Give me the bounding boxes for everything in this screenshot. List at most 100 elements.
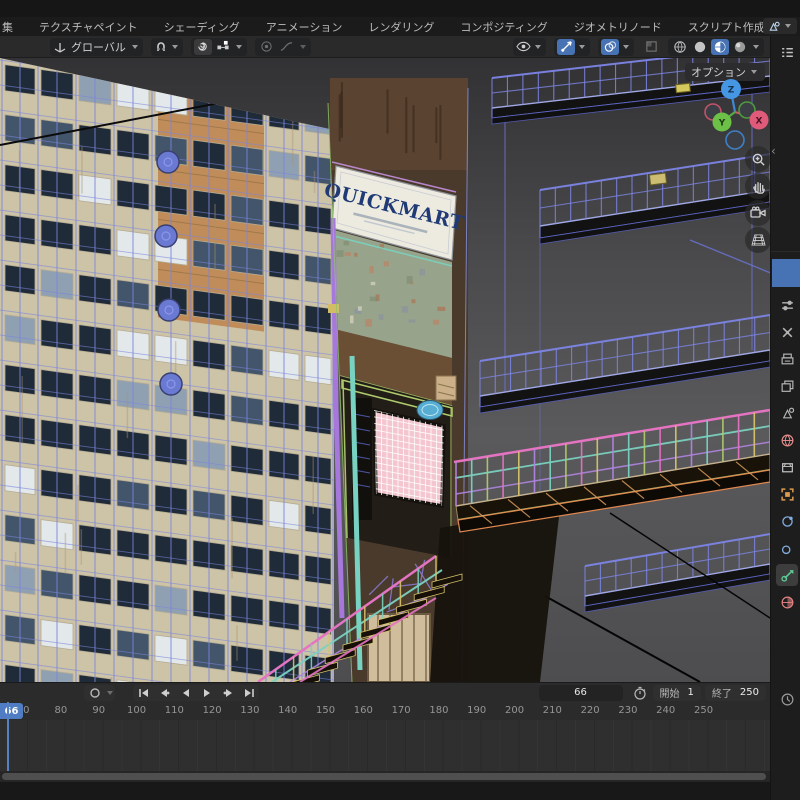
ruler-tick: 150 xyxy=(316,705,335,716)
keying-group[interactable] xyxy=(84,685,115,701)
scene-icon xyxy=(767,20,781,33)
spiral-icon xyxy=(196,40,209,53)
falloff-curve-icon xyxy=(278,39,296,55)
pan-button[interactable] xyxy=(745,173,770,199)
physics-tab[interactable] xyxy=(776,537,798,559)
frame-end-field[interactable]: 終了 250 xyxy=(705,685,766,701)
ruler-tick: 200 xyxy=(505,705,524,716)
timeline-editor-icon[interactable] xyxy=(776,688,798,710)
snapping-dropdown[interactable] xyxy=(151,38,183,56)
playhead[interactable] xyxy=(7,702,9,771)
timeline-ruler[interactable]: 7080901001101201301401501601701801902002… xyxy=(0,702,770,720)
view-layer-tab[interactable] xyxy=(776,375,798,397)
svg-text:Z: Z xyxy=(728,86,735,96)
xray-icon xyxy=(645,40,658,53)
camera-view-button[interactable] xyxy=(745,200,770,226)
overlays-group[interactable] xyxy=(598,38,634,56)
falloff-group[interactable] xyxy=(255,38,311,56)
ruler-tick: 80 xyxy=(55,705,68,716)
timeline-tracks[interactable] xyxy=(0,720,770,771)
current-frame-badge[interactable]: 66 xyxy=(0,703,23,719)
collection-tab[interactable] xyxy=(776,456,798,478)
grid-perspective-icon xyxy=(751,233,766,247)
ruler-tick: 210 xyxy=(543,705,562,716)
chevron-down-icon xyxy=(785,24,791,28)
svg-text:X: X xyxy=(756,117,763,127)
perspective-toggle-button[interactable] xyxy=(745,227,770,253)
workspace-tab-2[interactable]: テクスチャペイント xyxy=(26,19,151,35)
camera-icon xyxy=(750,206,766,220)
jump-to-end-button[interactable] xyxy=(238,685,259,701)
transform-orientation-dropdown[interactable]: グローバル xyxy=(50,38,143,56)
ruler-tick: 90 xyxy=(92,705,105,716)
next-keyframe-button[interactable] xyxy=(217,685,238,701)
start-label: 開始 xyxy=(660,685,680,700)
connected-icon xyxy=(216,40,230,53)
workspace-tab-1[interactable]: 集 xyxy=(0,19,26,35)
material-tab[interactable] xyxy=(776,591,798,613)
ruler-tick: 160 xyxy=(354,705,373,716)
object-tab[interactable] xyxy=(776,483,798,505)
workspace-tab-4[interactable]: アニメーション xyxy=(253,19,356,35)
workspace-tab-5[interactable]: レンダリング xyxy=(355,19,447,35)
proportional-editing-toggle[interactable] xyxy=(194,39,212,55)
scene-render: QUICKMART xyxy=(0,58,770,682)
constraints-tab[interactable] xyxy=(776,510,798,532)
eye-icon xyxy=(516,40,531,53)
properties-icon[interactable] xyxy=(776,294,798,316)
play-button[interactable] xyxy=(196,685,217,701)
tool-tab[interactable] xyxy=(776,321,798,343)
ruler-tick: 110 xyxy=(165,705,184,716)
shading-rendered-button[interactable] xyxy=(731,39,749,55)
ruler-tick: 250 xyxy=(694,705,713,716)
right-sidebar: ‹ xyxy=(770,36,800,800)
zoom-button[interactable] xyxy=(745,146,770,172)
play-reverse-button[interactable] xyxy=(175,685,196,701)
proportional-editing-group[interactable] xyxy=(191,38,247,56)
current-frame-field[interactable]: 66 xyxy=(539,685,623,701)
navigation-gizmo[interactable]: ZXY xyxy=(695,74,770,156)
end-value: 250 xyxy=(740,687,759,698)
3d-viewport[interactable]: QUICKMART オプション ZXY xyxy=(0,58,770,682)
timeline-scrollbar[interactable] xyxy=(0,771,770,782)
magnet-icon xyxy=(154,40,168,54)
prev-keyframe-button[interactable] xyxy=(154,685,175,701)
gizmo-icon xyxy=(560,40,573,53)
shading-wireframe-button[interactable] xyxy=(671,39,689,55)
scrollbar-thumb[interactable] xyxy=(2,773,766,780)
rendered-sphere-icon xyxy=(733,40,747,54)
world-tab[interactable] xyxy=(776,429,798,451)
jump-to-start-button[interactable] xyxy=(133,685,154,701)
material-sphere-icon xyxy=(713,40,727,54)
editor-type-highlight[interactable] xyxy=(772,259,800,287)
workspace-tab-6[interactable]: コンポジティング xyxy=(447,19,560,35)
shading-material-button[interactable] xyxy=(711,39,729,55)
scene-tab[interactable] xyxy=(776,402,798,424)
solid-sphere-icon xyxy=(693,40,707,54)
chevron-down-icon xyxy=(300,45,306,49)
ruler-tick: 130 xyxy=(240,705,259,716)
proportional-connected-toggle[interactable] xyxy=(214,39,232,55)
overlays-icon xyxy=(604,40,617,53)
modifiers-tab[interactable] xyxy=(776,564,798,586)
outliner-icon[interactable] xyxy=(776,41,798,63)
collapse-region-arrow[interactable]: ‹ xyxy=(771,144,776,158)
gizmos-group[interactable] xyxy=(554,38,590,56)
chevron-down-icon xyxy=(107,691,113,695)
ruler-tick: 220 xyxy=(581,705,600,716)
workspace-tab-7[interactable]: ジオメトリノード xyxy=(561,19,675,35)
workspace-tab-3[interactable]: シェーディング xyxy=(151,19,253,35)
xray-toggle[interactable] xyxy=(642,39,660,55)
frame-start-field[interactable]: 開始 1 xyxy=(653,685,701,701)
ruler-tick: 120 xyxy=(203,705,222,716)
output-tab[interactable] xyxy=(776,348,798,370)
chevron-down-icon xyxy=(132,45,138,49)
shading-solid-button[interactable] xyxy=(691,39,709,55)
ruler-tick: 180 xyxy=(429,705,448,716)
scene-selector[interactable] xyxy=(763,18,797,34)
show-gizmos-toggle[interactable] xyxy=(557,39,575,55)
show-overlays-toggle[interactable] xyxy=(601,39,619,55)
auto-keying-toggle[interactable] xyxy=(84,685,105,701)
record-circle-icon xyxy=(89,687,101,699)
visibility-dropdown[interactable] xyxy=(513,38,546,56)
